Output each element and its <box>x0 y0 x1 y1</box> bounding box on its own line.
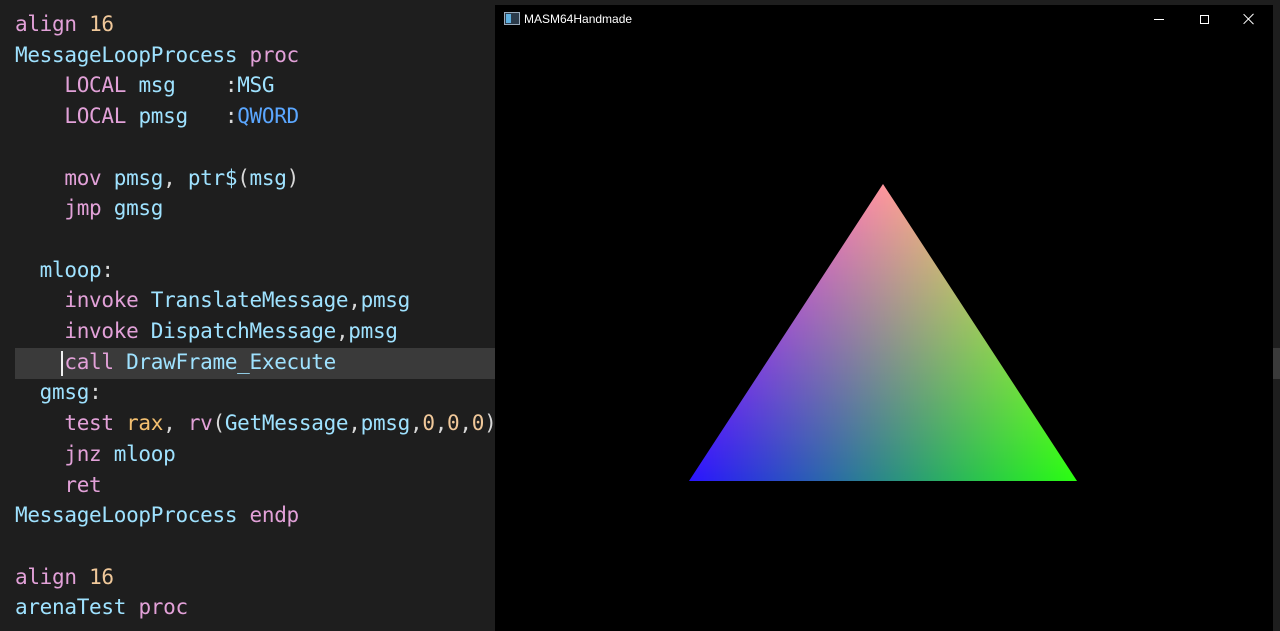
code-token: DrawFrame_Execute <box>126 349 336 374</box>
code-token: , <box>410 411 423 436</box>
code-token: 16 <box>89 564 114 589</box>
code-token: msg <box>249 165 287 190</box>
code-line[interactable]: MessageLoopProcess proc <box>15 40 299 71</box>
window-app-icon[interactable] <box>504 12 520 25</box>
code-line[interactable]: align 16 <box>15 562 114 593</box>
code-editor[interactable]: align 16 MessageLoopProcess proc LOCAL ms… <box>0 0 495 631</box>
code-token: align <box>15 12 90 36</box>
code-token: align <box>15 564 90 589</box>
editor-edge-strip <box>1273 0 1280 631</box>
code-token: DispatchMessage <box>150 319 336 343</box>
code-token: call <box>15 349 127 374</box>
code-token: ( <box>237 165 250 190</box>
code-token: ( <box>212 411 226 436</box>
code-token: 16 <box>89 12 114 36</box>
code-line[interactable]: jnz mloop <box>15 439 175 470</box>
code-token: rax <box>126 411 164 436</box>
code-token: , <box>459 411 472 436</box>
code-token: msg <box>138 73 225 98</box>
code-token: pmsg <box>348 319 398 343</box>
code-token: pmsg <box>113 165 164 190</box>
code-token: : <box>89 380 102 405</box>
code-line[interactable]: arenaTest proc <box>15 592 188 623</box>
code-token: MessageLoopProcess <box>15 42 250 67</box>
code-token: ) <box>286 165 300 190</box>
code-token: pmsg <box>138 104 225 129</box>
code-token: rv <box>187 411 213 436</box>
code-token: ) <box>484 411 495 435</box>
code-line[interactable]: align 16 <box>15 9 114 40</box>
code-token: MessageLoopProcess <box>15 503 250 528</box>
close-icon <box>1243 13 1255 25</box>
code-token: : <box>224 73 238 98</box>
code-token: , <box>434 411 448 436</box>
code-line[interactable]: call DrawFrame_Execute <box>15 347 336 378</box>
code-line[interactable]: gmsg: <box>15 377 102 408</box>
code-token: : <box>101 257 114 282</box>
code-line[interactable]: MessageLoopProcess endp <box>15 500 299 531</box>
code-token: jmp <box>15 196 114 221</box>
code-token: MSG <box>237 73 275 98</box>
maximize-icon <box>1199 14 1209 24</box>
code-token: : <box>224 104 238 129</box>
code-token: , <box>163 411 188 436</box>
code-token: , <box>348 411 361 436</box>
code-line[interactable]: mov pmsg, ptr$(msg) <box>15 163 299 194</box>
code-token: , <box>335 319 349 343</box>
code-token: gmsg <box>15 380 90 405</box>
code-token: mloop <box>15 257 102 282</box>
code-token: gmsg <box>113 196 164 221</box>
code-token: 0 <box>422 411 435 436</box>
editor-edge-highlight <box>1273 348 1280 379</box>
render-canvas[interactable] <box>495 33 1273 631</box>
code-token: mov <box>15 165 114 190</box>
triangle-top-layer <box>689 184 1077 481</box>
code-token: proc <box>249 42 300 67</box>
code-token: , <box>348 288 361 313</box>
window-titlebar[interactable]: MASM64Handmade <box>495 5 1273 33</box>
code-token: proc <box>138 595 188 620</box>
code-token: jnz <box>15 441 114 466</box>
maximize-button[interactable] <box>1181 5 1227 33</box>
code-token: invoke <box>15 319 151 343</box>
code-token: LOCAL <box>15 104 139 129</box>
code-token: ret <box>15 472 102 497</box>
code-token: endp <box>249 503 300 528</box>
code-token: GetMessage <box>224 411 349 436</box>
minimize-button[interactable] <box>1136 5 1182 33</box>
close-button[interactable] <box>1226 5 1272 33</box>
code-token: , <box>163 165 188 190</box>
text-caret <box>61 351 63 376</box>
code-token: mloop <box>113 441 176 466</box>
code-line[interactable]: jmp gmsg <box>15 193 163 224</box>
code-line[interactable]: invoke DispatchMessage,pmsg <box>15 316 398 347</box>
code-token: LOCAL <box>15 73 139 98</box>
code-line[interactable]: invoke TranslateMessage,pmsg <box>15 285 410 316</box>
code-token: arenaTest <box>15 595 139 620</box>
code-token: pmsg <box>360 411 411 436</box>
code-token: TranslateMessage <box>150 288 349 313</box>
code-token: 0 <box>471 411 485 436</box>
app-window[interactable]: MASM64Handmade <box>495 5 1273 631</box>
code-line[interactable]: LOCAL msg :MSG <box>15 70 274 101</box>
code-line[interactable]: mloop: <box>15 255 114 286</box>
code-token: QWORD <box>237 104 299 129</box>
minimize-icon <box>1154 18 1164 20</box>
code-token: invoke <box>15 288 151 313</box>
code-line[interactable]: LOCAL pmsg :QWORD <box>15 101 299 132</box>
window-title: MASM64Handmade <box>524 12 633 26</box>
code-token: 0 <box>447 411 460 436</box>
code-token: ptr$ <box>187 165 238 190</box>
code-token: pmsg <box>360 288 411 313</box>
code-token: test <box>15 411 127 436</box>
code-line[interactable]: ret <box>15 470 101 501</box>
code-line[interactable]: test rax, rv(GetMessage,pmsg,0,0,0) <box>15 408 495 439</box>
